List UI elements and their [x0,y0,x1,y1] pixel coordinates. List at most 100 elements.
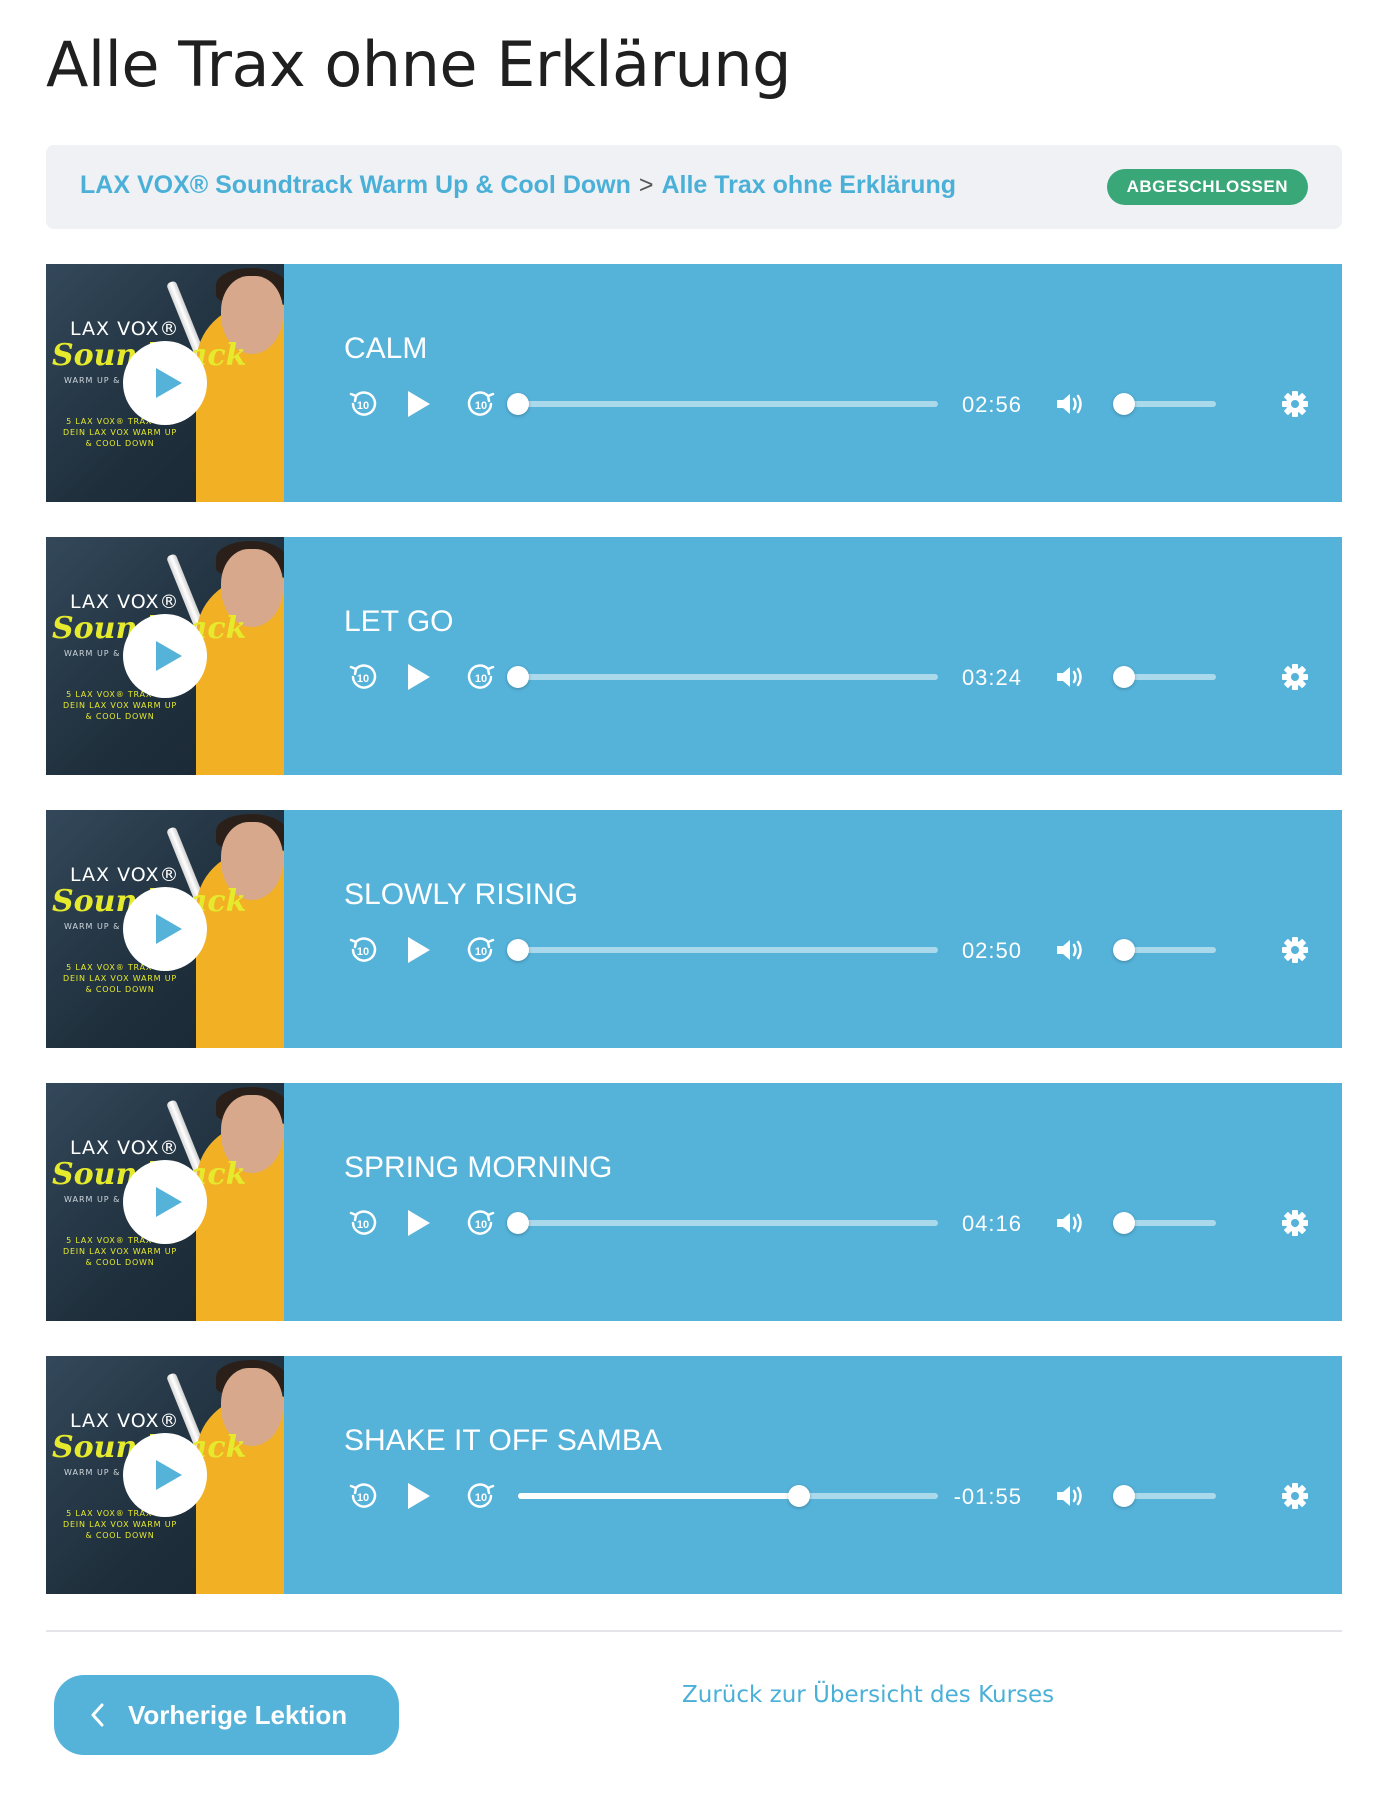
page-title: Alle Trax ohne Erklärung [46,28,791,101]
forward-10-icon[interactable]: 10 [464,1476,498,1516]
seek-bar[interactable] [518,1485,938,1507]
player-controls: 10 10 04:16 [344,1203,1308,1243]
seek-handle[interactable] [507,939,529,961]
seek-handle[interactable] [507,1212,529,1234]
volume-icon[interactable] [1054,1476,1088,1516]
audio-track: LAX VOX® Soundtrack WARM UP & COOL DOWN … [46,264,1342,502]
track-time: 03:24 [961,665,1022,690]
breadcrumb-lesson-link[interactable]: Alle Trax ohne Erklärung [661,171,956,199]
rewind-10-icon[interactable]: 10 [346,1203,380,1243]
volume-icon[interactable] [1054,657,1088,697]
cover-play-button[interactable] [123,1160,207,1244]
cover-image: LAX VOX® Soundtrack WARM UP & COOL DOWN … [46,264,284,502]
svg-text:10: 10 [357,1492,369,1504]
rewind-10-icon[interactable]: 10 [346,657,380,697]
cover-image: LAX VOX® Soundtrack WARM UP & COOL DOWN … [46,810,284,1048]
seek-bar[interactable] [507,666,938,688]
player-controls: 10 10 02:50 [344,930,1308,970]
cover-brand: LAX VOX® [70,591,180,613]
cover-play-button[interactable] [123,1433,207,1517]
svg-text:10: 10 [357,673,369,685]
previous-lesson-label: Vorherige Lektion [128,1699,348,1730]
svg-text:10: 10 [357,400,369,412]
track-time: 02:50 [961,938,1022,963]
course-overview-link[interactable]: Zurück zur Übersicht des Kurses [682,1682,1054,1708]
volume-icon[interactable] [1054,1203,1088,1243]
rewind-10-icon[interactable]: 10 [346,930,380,970]
cover-play-button[interactable] [123,614,207,698]
volume-slider[interactable] [1113,1212,1216,1234]
player-controls: 10 10 -01:55 [344,1476,1308,1516]
seek-bar[interactable] [507,939,938,961]
svg-text:10: 10 [357,946,369,958]
volume-slider[interactable] [1113,1485,1216,1507]
previous-lesson-button[interactable]: Vorherige Lektion [54,1675,399,1755]
svg-text:10: 10 [475,946,487,958]
cover-image: LAX VOX® Soundtrack WARM UP & COOL DOWN … [46,537,284,775]
cover-play-button[interactable] [123,887,207,971]
audio-track: LAX VOX® Soundtrack WARM UP & COOL DOWN … [46,537,1342,775]
volume-icon[interactable] [1054,384,1088,424]
play-icon[interactable] [404,1203,434,1243]
volume-slider[interactable] [1113,393,1216,415]
track-title: SHAKE IT OFF SAMBA [344,1424,662,1457]
volume-handle[interactable] [1113,1485,1136,1507]
audio-track: LAX VOX® Soundtrack WARM UP & COOL DOWN … [46,1083,1342,1321]
forward-10-icon[interactable]: 10 [464,1203,498,1243]
svg-text:10: 10 [475,673,487,685]
track-time: 02:56 [961,392,1022,417]
breadcrumb-separator: > [638,171,654,199]
volume-icon[interactable] [1054,930,1088,970]
divider [46,1630,1342,1632]
seek-progress [518,1493,800,1499]
seek-handle[interactable] [507,666,529,688]
play-icon[interactable] [404,384,434,424]
rewind-10-icon[interactable]: 10 [346,384,380,424]
gear-icon[interactable] [1278,384,1312,424]
forward-10-icon[interactable]: 10 [464,930,498,970]
player-controls: 10 10 02:56 [344,384,1308,424]
play-icon[interactable] [404,1476,434,1516]
svg-text:10: 10 [357,1219,369,1231]
cover-brand: LAX VOX® [70,1410,180,1432]
player-controls: 10 10 03:24 [344,657,1308,697]
breadcrumb-course-link[interactable]: LAX VOX® Soundtrack Warm Up & Cool Down [80,171,631,199]
seek-handle[interactable] [788,1485,811,1507]
play-icon[interactable] [404,930,434,970]
breadcrumb-bar: LAX VOX® Soundtrack Warm Up & Cool Down >… [46,145,1342,229]
cover-image: LAX VOX® Soundtrack WARM UP & COOL DOWN … [46,1356,284,1594]
seek-bar[interactable] [507,1212,938,1234]
track-title: SLOWLY RISING [344,878,578,911]
track-time: 04:16 [961,1211,1022,1236]
volume-handle[interactable] [1113,1212,1136,1234]
forward-10-icon[interactable]: 10 [464,384,498,424]
svg-text:10: 10 [475,1492,487,1504]
audio-track: LAX VOX® Soundtrack WARM UP & COOL DOWN … [46,1356,1342,1594]
cover-brand: LAX VOX® [70,318,180,340]
volume-slider[interactable] [1113,666,1216,688]
audio-track: LAX VOX® Soundtrack WARM UP & COOL DOWN … [46,810,1342,1048]
gear-icon[interactable] [1278,657,1312,697]
forward-10-icon[interactable]: 10 [464,657,498,697]
cover-brand: LAX VOX® [70,1137,180,1159]
gear-icon[interactable] [1278,1203,1312,1243]
gear-icon[interactable] [1278,930,1312,970]
volume-handle[interactable] [1113,939,1136,961]
chevron-left-icon [90,1703,104,1727]
track-time: -01:55 [953,1484,1022,1509]
play-icon[interactable] [404,657,434,697]
gear-icon[interactable] [1278,1476,1312,1516]
rewind-10-icon[interactable]: 10 [346,1476,380,1516]
volume-slider[interactable] [1113,939,1216,961]
cover-play-button[interactable] [123,341,207,425]
status-badge: ABGESCHLOSSEN [1106,169,1308,205]
cover-brand: LAX VOX® [70,864,180,886]
svg-text:10: 10 [475,1219,487,1231]
seek-bar[interactable] [507,393,938,415]
volume-handle[interactable] [1113,666,1136,688]
track-title: LET GO [344,605,454,638]
volume-handle[interactable] [1113,393,1136,415]
svg-text:10: 10 [475,400,487,412]
seek-handle[interactable] [507,393,529,415]
track-title: SPRING MORNING [344,1151,613,1184]
